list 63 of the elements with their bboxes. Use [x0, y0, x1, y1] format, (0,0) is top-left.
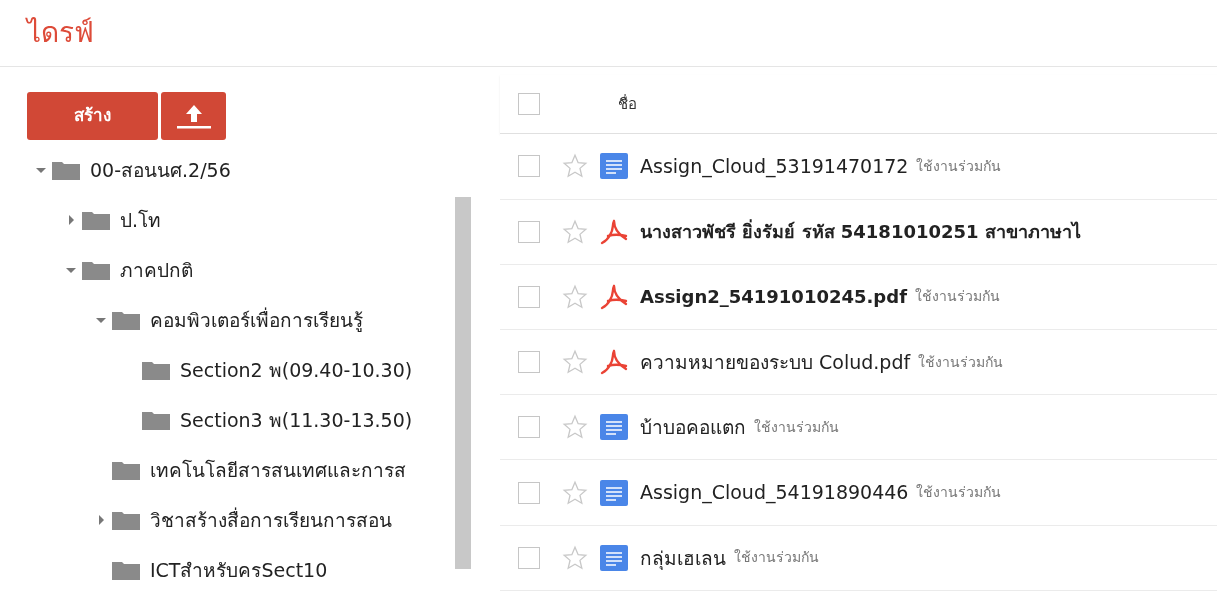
collapse-caret-icon[interactable] [66, 265, 76, 275]
file-name[interactable]: กลุ่มเฮเลน [640, 543, 726, 573]
folder-icon [112, 510, 140, 530]
folder-label[interactable]: ภาคปกติ [120, 255, 193, 285]
upload-button[interactable] [161, 92, 226, 140]
shared-label: ใช้งานร่วมกัน [754, 417, 839, 437]
star-icon[interactable] [562, 153, 588, 180]
star-icon[interactable] [562, 414, 588, 441]
shared-label: ใช้งานร่วมกัน [914, 287, 1000, 307]
folder-label[interactable]: ป.โท [120, 205, 162, 235]
document-icon [600, 414, 628, 441]
folder-icon [142, 360, 170, 380]
folder-label[interactable]: เทคโนโลยีสารสนเทศและการส [150, 455, 406, 485]
select-all-checkbox[interactable] [518, 93, 540, 116]
folder-label[interactable]: 00-สอนนศ.2/56 [90, 155, 231, 185]
row-checkbox[interactable] [518, 351, 540, 374]
row-checkbox[interactable] [518, 220, 540, 243]
star-icon[interactable] [562, 544, 588, 571]
shared-label: ใช้งานร่วมกัน [916, 156, 1002, 176]
folder-label[interactable]: Section3 พ(11.30-13.50) [180, 405, 413, 435]
expand-caret-icon[interactable] [96, 515, 106, 525]
file-name[interactable]: ความหมายของระบบ Colud.pdf [640, 347, 911, 377]
shared-label: ใช้งานร่วมกัน [734, 548, 819, 568]
folder-label[interactable]: ICTสำหรับครSect10 [150, 555, 328, 585]
create-button[interactable]: สร้าง [27, 92, 158, 140]
row-checkbox[interactable] [518, 481, 540, 504]
page-title: ไดรฟ์ [27, 19, 94, 47]
folder-label[interactable]: Section2 พ(09.40-10.30) [180, 355, 413, 385]
document-icon [600, 479, 628, 506]
file-name[interactable]: บ้าบอคอแตก [640, 413, 746, 442]
folder-icon [82, 210, 110, 230]
collapse-caret-icon[interactable] [36, 165, 46, 175]
folder-icon [82, 260, 110, 280]
shared-label: ใช้งานร่วมกัน [918, 352, 1004, 372]
star-icon[interactable] [562, 349, 588, 376]
row-checkbox[interactable] [518, 285, 540, 308]
scrollbar[interactable] [455, 197, 471, 569]
row-checkbox[interactable] [518, 155, 540, 178]
file-name[interactable]: นางสาวพัชรี ยิ่งรัมย์ รหัส 54181010251 สาขาภาษาไ [640, 218, 1081, 246]
star-icon[interactable] [562, 283, 588, 310]
pdf-icon [600, 283, 628, 310]
pdf-icon [600, 218, 628, 245]
star-icon[interactable] [562, 218, 588, 245]
folder-icon [142, 410, 170, 430]
file-name[interactable]: Assign2_54191010245.pdf [640, 283, 907, 311]
folder-icon [112, 310, 140, 330]
document-icon [600, 153, 628, 180]
collapse-caret-icon[interactable] [96, 315, 106, 325]
star-icon[interactable] [562, 479, 588, 506]
row-checkbox[interactable] [518, 416, 540, 439]
column-header[interactable]: ชื่อ [618, 92, 637, 116]
folder-icon [52, 160, 80, 180]
document-icon [600, 544, 628, 571]
pdf-icon [600, 349, 628, 376]
file-name[interactable]: Assign_Cloud_54191890446 [640, 478, 909, 507]
shared-label: ใช้งานร่วมกัน [916, 483, 1002, 503]
folder-icon [112, 560, 140, 580]
folder-icon [112, 460, 140, 480]
file-name[interactable]: Assign_Cloud_53191470172 [640, 152, 909, 181]
folder-label[interactable]: วิชาสร้างสื่อการเรียนการสอน [150, 505, 392, 535]
expand-caret-icon[interactable] [66, 215, 76, 225]
folder-label[interactable]: คอมพิวเตอร์เพื่อการเรียนรู้ [150, 305, 363, 335]
row-checkbox[interactable] [518, 546, 540, 569]
